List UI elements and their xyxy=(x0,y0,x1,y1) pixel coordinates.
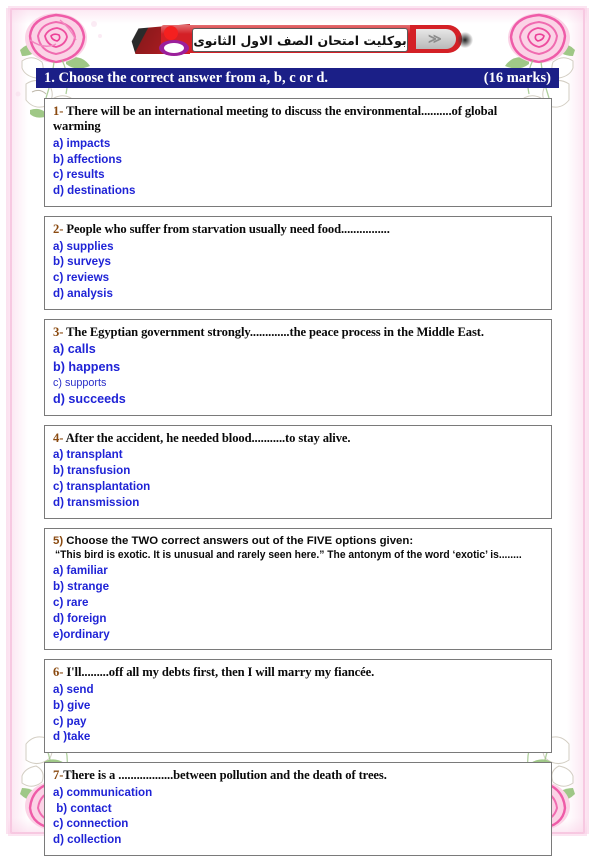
question-text: Choose the TWO correct answers out of th… xyxy=(63,534,414,547)
option-item[interactable]: c) transplantation xyxy=(53,479,543,495)
header-banner: ≫ بوكليت امتحان الصف الاول الثانوى xyxy=(128,20,473,58)
question-stem: 1- There will be an international meetin… xyxy=(53,104,543,135)
option-item[interactable]: c) reviews xyxy=(53,270,543,286)
option-item[interactable]: d) transmission xyxy=(53,495,543,511)
purple-ellipse-inner xyxy=(164,43,184,53)
option-item[interactable]: c) pay xyxy=(53,714,543,730)
question-box: 3- The Egyptian government strongly.....… xyxy=(44,319,552,416)
option-item[interactable]: c) connection xyxy=(53,816,543,832)
question-stem: 3- The Egyptian government strongly.....… xyxy=(53,325,543,340)
option-item[interactable]: b) transfusion xyxy=(53,463,543,479)
option-list: a) familiar b) strange c) rare d) foreign e)… xyxy=(53,563,543,642)
question-box: 2- People who suffer from starvation usu… xyxy=(44,216,552,311)
option-list: a) transplant b) transfusion c) transplant… xyxy=(53,447,543,511)
option-item[interactable]: a) familiar xyxy=(53,563,543,579)
question-stem-line2: “This bird is exotic. It is unusual and … xyxy=(55,549,522,562)
banner-title: بوكليت امتحان الصف الاول الثانوى xyxy=(193,32,407,48)
option-item[interactable]: d) destinations xyxy=(53,183,543,199)
question-stem: 6- I'll.........off all my debts first, … xyxy=(53,665,543,680)
red-dot-icon xyxy=(164,26,178,40)
option-item[interactable]: d) collection xyxy=(53,832,543,848)
option-item[interactable]: a) communication xyxy=(53,785,543,801)
chevron-right-icon: ≫ xyxy=(428,31,442,46)
option-item[interactable]: b) surveys xyxy=(53,254,543,270)
section-title: 1. Choose the correct answer from a, b, … xyxy=(44,69,329,86)
question-number: 4- xyxy=(53,430,64,445)
option-list: a) calls b) happens c) supports d) succeeds xyxy=(53,341,543,408)
section-header-bar: 1. Choose the correct answer from a, b, … xyxy=(36,68,559,88)
question-number: 3- xyxy=(53,325,64,340)
question-number: 5) xyxy=(53,534,64,547)
option-item[interactable]: a) transplant xyxy=(53,447,543,463)
option-item[interactable]: a) send xyxy=(53,682,543,698)
question-stem: 2- People who suffer from starvation usu… xyxy=(53,222,543,237)
section-marks: (16 marks) xyxy=(483,69,551,86)
question-box: 7-There is a ..................between p… xyxy=(44,762,552,857)
option-item[interactable]: d )take xyxy=(53,729,543,745)
option-item[interactable]: a) supplies xyxy=(53,239,543,255)
question-number: 7- xyxy=(53,768,64,783)
option-item[interactable]: a) calls xyxy=(53,341,543,358)
option-item[interactable]: c) supports xyxy=(53,376,543,391)
border-wash-left xyxy=(6,8,28,834)
option-item[interactable]: c) results xyxy=(53,167,543,183)
question-text: The Egyptian government strongly........… xyxy=(63,325,484,340)
option-item[interactable]: d) succeeds xyxy=(53,391,543,408)
question-box: 6- I'll.........off all my debts first, … xyxy=(44,659,552,754)
option-list: a) impacts b) affections c) results d) dest… xyxy=(53,136,543,200)
question-text: People who suffer from starvation usuall… xyxy=(63,222,390,237)
question-text: After the accident, he needed blood.....… xyxy=(63,430,351,445)
question-box: 4- After the accident, he needed blood..… xyxy=(44,424,552,519)
question-text: There is a ..................between pol… xyxy=(63,768,387,783)
exam-page: ≫ بوكليت امتحان الصف الاول الثانوى 1. Ch… xyxy=(0,0,595,857)
question-number: 6- xyxy=(53,665,64,680)
option-item[interactable]: a) impacts xyxy=(53,136,543,152)
option-item[interactable]: b) affections xyxy=(53,152,543,168)
option-item[interactable]: b) happens xyxy=(53,359,543,376)
question-text: There will be an international meeting t… xyxy=(53,104,498,134)
option-list: a) communication b) contact c) connection… xyxy=(53,785,543,849)
border-wash-right xyxy=(567,8,589,834)
question-number: 2- xyxy=(53,222,64,237)
option-item[interactable]: b) give xyxy=(53,698,543,714)
questions-container: 1- There will be an international meetin… xyxy=(44,98,552,865)
question-box: 1- There will be an international meetin… xyxy=(44,98,552,208)
question-number: 1- xyxy=(53,104,64,118)
option-item[interactable]: b) strange xyxy=(53,579,543,595)
question-box: 5) Choose the TWO correct answers out of… xyxy=(44,527,552,651)
option-item[interactable]: c) rare xyxy=(53,595,543,611)
option-item[interactable]: e)ordinary xyxy=(53,627,543,643)
question-stem: 7-There is a ..................between p… xyxy=(53,768,543,783)
question-stem: 5) Choose the TWO correct answers out of… xyxy=(53,534,543,548)
blur-dot-icon xyxy=(457,32,473,48)
option-item[interactable]: b) contact xyxy=(53,801,543,817)
option-item[interactable]: d) foreign xyxy=(53,611,543,627)
question-text: I'll.........off all my debts first, the… xyxy=(63,665,375,680)
option-item[interactable]: d) analysis xyxy=(53,286,543,302)
option-list: a) send b) give c) pay d )take xyxy=(53,682,543,746)
banner-title-box: بوكليت امتحان الصف الاول الثانوى xyxy=(192,28,408,52)
option-list: a) supplies b) surveys c) reviews d) analys… xyxy=(53,239,543,303)
question-stem: 4- After the accident, he needed blood..… xyxy=(53,431,543,446)
